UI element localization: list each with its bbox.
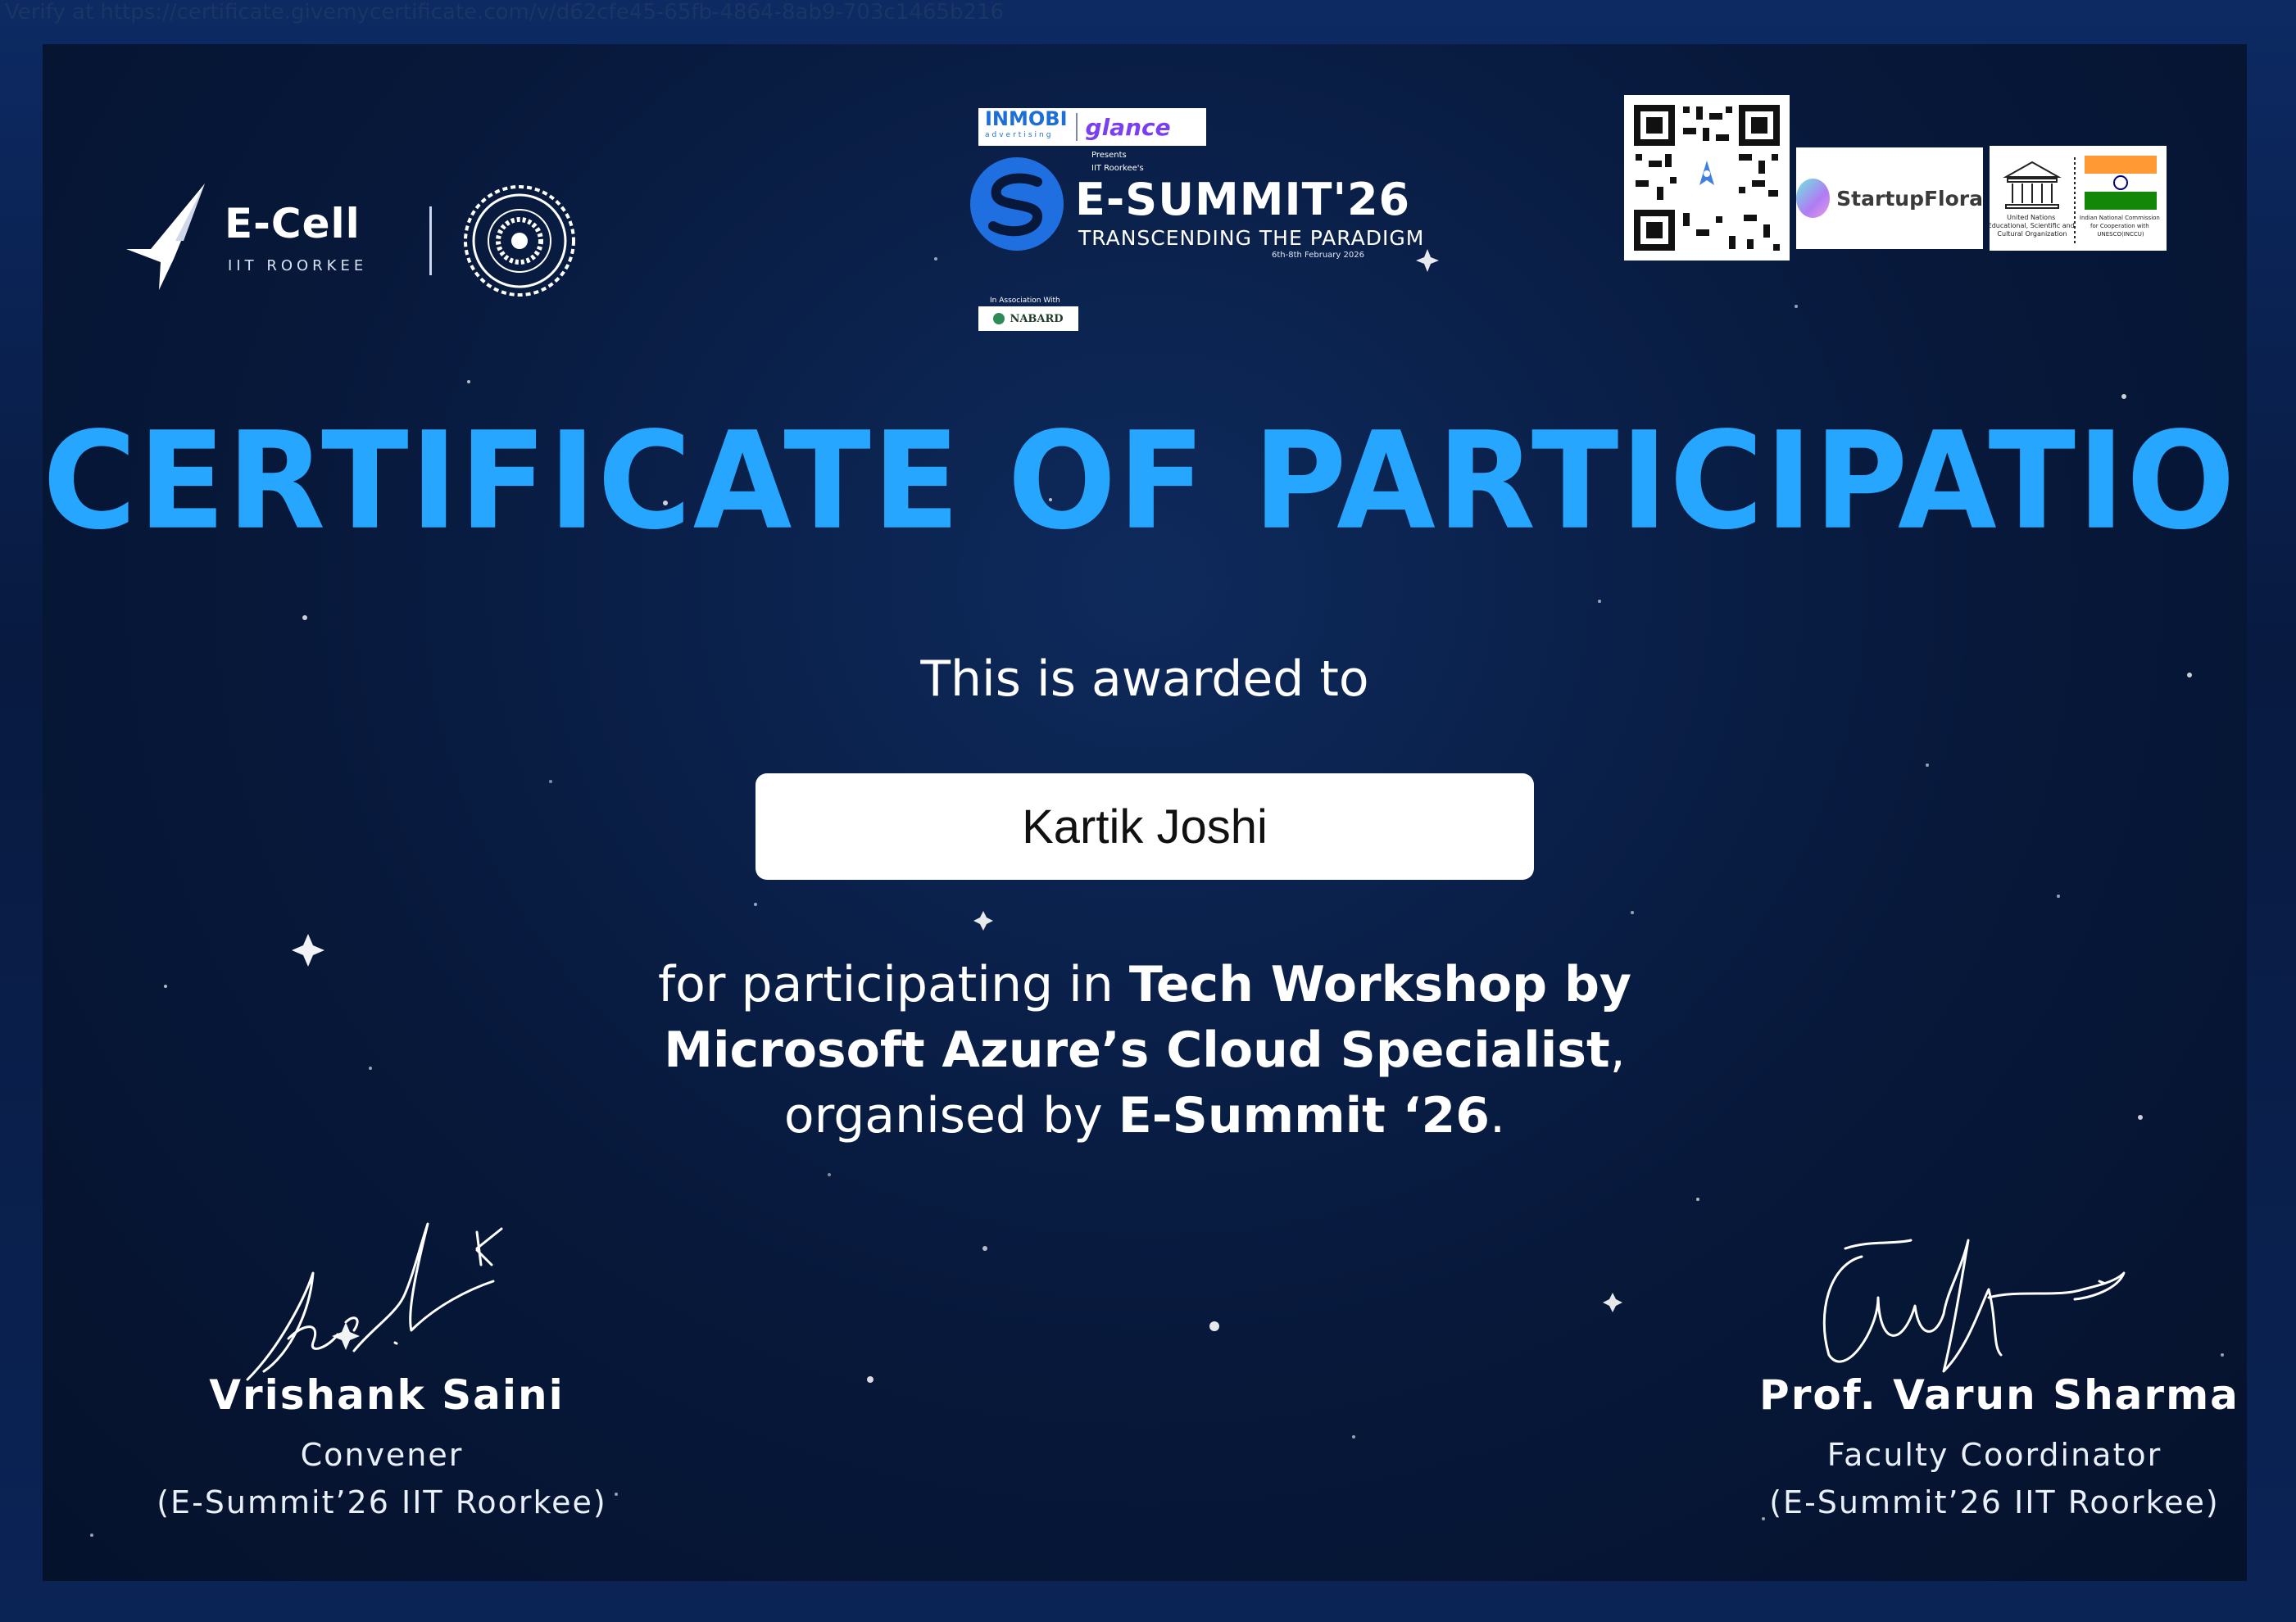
- esummit-title: E-SUMMIT'26: [1075, 174, 1411, 225]
- body-mid: organised by: [783, 1087, 1119, 1144]
- recipient-name-box: Kartik Joshi: [756, 773, 1534, 880]
- ecell-iitr-logo: E-Cell IIT ROORKEE: [126, 143, 601, 306]
- faculty-signature: [1822, 1239, 2126, 1373]
- sponsor-banner: INMOBI advertising glance: [978, 108, 1206, 146]
- esummit-logo-block: INMOBI advertising glance Presents IIT R…: [969, 106, 1427, 352]
- iit-roorkee-seal-icon: [464, 185, 575, 297]
- ecell-title: E-Cell: [225, 200, 361, 247]
- esummit-s-badge-icon: [970, 157, 1064, 251]
- event-name-line1: Tech Workshop by: [1128, 956, 1632, 1013]
- presents-label: Presents: [1091, 151, 1127, 160]
- association-label: In Association With: [990, 297, 1060, 305]
- organiser-name: E-Summit ‘26: [1118, 1087, 1491, 1144]
- recipient-name: Kartik Joshi: [1022, 800, 1268, 854]
- startupflora-logo: StartupFlora: [1796, 147, 1983, 249]
- nabard-logo: NABARD: [978, 306, 1078, 331]
- startupflora-mark-icon: [1796, 179, 1831, 218]
- unesco-logo: United Nations Educational, Scientific a…: [1990, 146, 2167, 251]
- qr-code[interactable]: [1624, 95, 1790, 261]
- certificate: E-Cell IIT ROORKEE INMOBI advertising gl…: [43, 44, 2247, 1581]
- convener-name: Vrishank Saini: [209, 1371, 565, 1419]
- logo-divider: [429, 206, 432, 275]
- esummit-tagline: TRANSCENDING THE PARADIGM: [1078, 226, 1425, 250]
- awarded-to-label: This is awarded to: [920, 650, 1369, 708]
- certificate-body: for participating in Tech Workshop by Mic…: [657, 956, 1632, 1144]
- convener-org: (E-Summit’26 IIT Roorkee): [157, 1484, 607, 1520]
- esummit-dates: 6th-8th February 2026: [1272, 251, 1364, 260]
- faculty-coordinator-name: Prof. Varun Sharma: [1759, 1371, 2239, 1419]
- faculty-coordinator-org: (E-Summit’26 IIT Roorkee): [1769, 1484, 2220, 1520]
- certificate-title: CERTIFICATE OF PARTICIPATION: [43, 402, 2247, 560]
- body-prefix: for participating in: [657, 956, 1129, 1013]
- convener-role: Convener: [300, 1437, 464, 1473]
- iitr-label: IIT Roorkee's: [1091, 164, 1144, 173]
- convener-signature: [246, 1222, 503, 1381]
- ecell-subtitle: IIT ROORKEE: [228, 257, 368, 274]
- glance-logo: glance: [1085, 113, 1171, 141]
- faculty-coordinator-role: Faculty Coordinator: [1826, 1437, 2162, 1473]
- inmobi-logo: INMOBI advertising: [985, 107, 1068, 139]
- event-name-line2: Microsoft Azure’s Cloud Specialist: [664, 1022, 1610, 1079]
- nabard-emblem-icon: [993, 313, 1005, 324]
- ecell-wing-icon: [126, 183, 205, 290]
- verify-url[interactable]: Verify at https://certificate.givemycert…: [5, 0, 1004, 25]
